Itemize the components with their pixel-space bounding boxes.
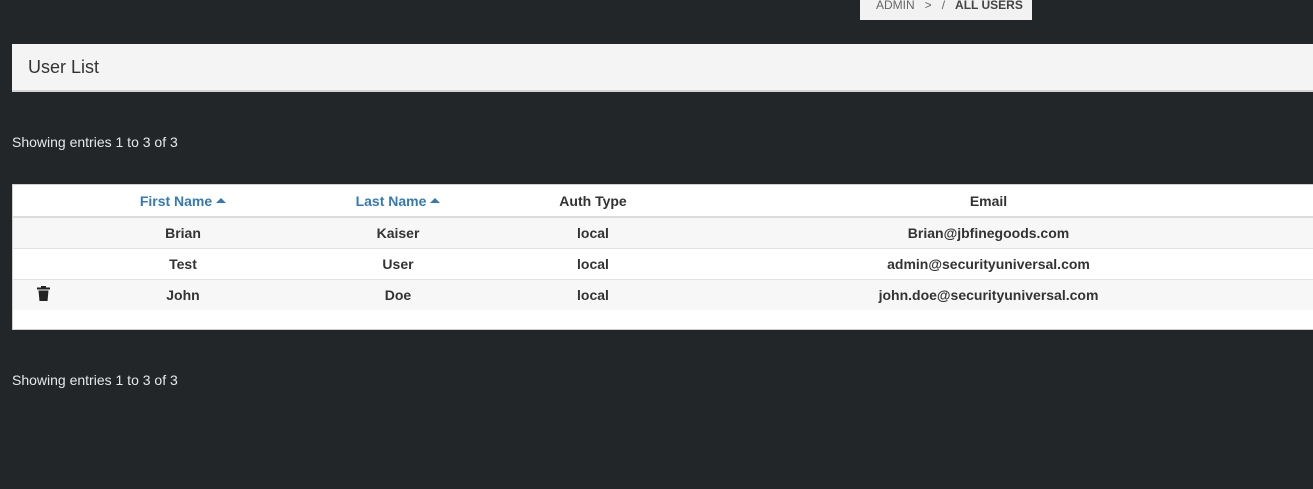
entries-info-top: Showing entries 1 to 3 of 3 bbox=[12, 134, 178, 150]
page: ADMIN > / ALL USERS User List Showing en… bbox=[0, 0, 1313, 489]
column-header-first-name[interactable]: First Name bbox=[93, 185, 273, 218]
column-header-label: Last Name bbox=[355, 192, 427, 209]
user-table-container: First Name Last Name Auth Type Email Bri… bbox=[12, 184, 1313, 330]
breadcrumb-current: ALL USERS bbox=[955, 0, 1023, 12]
cell-last-name: Doe bbox=[273, 279, 523, 310]
cell-auth-type: local bbox=[523, 248, 663, 280]
trash-icon[interactable] bbox=[37, 286, 50, 304]
cell-auth-type: local bbox=[523, 279, 663, 310]
cell-email: Brian@jbfinegoods.com bbox=[663, 217, 1313, 249]
cell-last-name: Kaiser bbox=[273, 217, 523, 249]
table-header-row: First Name Last Name Auth Type Email bbox=[13, 185, 1313, 218]
cell-first-name: Test bbox=[93, 248, 273, 280]
cell-email: admin@securityuniversal.com bbox=[663, 248, 1313, 280]
column-header-email: Email bbox=[663, 185, 1313, 218]
table-row: John Doe local john.doe@securityuniversa… bbox=[13, 279, 1313, 310]
cell-first-name: Brian bbox=[93, 217, 273, 249]
breadcrumb-separator: > bbox=[924, 0, 932, 12]
column-header-last-name[interactable]: Last Name bbox=[273, 185, 523, 218]
column-header-label: First Name bbox=[139, 192, 213, 209]
table-row: Test User local admin@securityuniversal.… bbox=[13, 248, 1313, 280]
cell-email: john.doe@securityuniversal.com bbox=[663, 279, 1313, 310]
row-actions-cell bbox=[13, 279, 93, 310]
row-actions-cell bbox=[13, 248, 93, 280]
entries-info-bottom: Showing entries 1 to 3 of 3 bbox=[12, 372, 178, 388]
cell-last-name: User bbox=[273, 248, 523, 280]
cell-first-name: John bbox=[93, 279, 273, 310]
cell-auth-type: local bbox=[523, 217, 663, 249]
breadcrumb-separator: / bbox=[941, 0, 946, 12]
column-header-label: Auth Type bbox=[559, 192, 627, 209]
page-title: User List bbox=[28, 56, 100, 77]
column-header-actions bbox=[13, 185, 93, 218]
breadcrumb-admin[interactable]: ADMIN bbox=[876, 0, 915, 11]
caret-up-icon bbox=[430, 197, 441, 203]
table-row: Brian Kaiser local Brian@jbfinegoods.com bbox=[13, 217, 1313, 249]
breadcrumb: ADMIN > / ALL USERS bbox=[860, 0, 1032, 20]
caret-up-icon bbox=[216, 197, 227, 203]
row-actions-cell bbox=[13, 217, 93, 249]
column-header-auth-type: Auth Type bbox=[523, 185, 663, 218]
user-table: First Name Last Name Auth Type Email Bri… bbox=[13, 185, 1313, 310]
column-header-label: Email bbox=[969, 192, 1008, 209]
user-list-panel-header: User List bbox=[12, 44, 1313, 92]
